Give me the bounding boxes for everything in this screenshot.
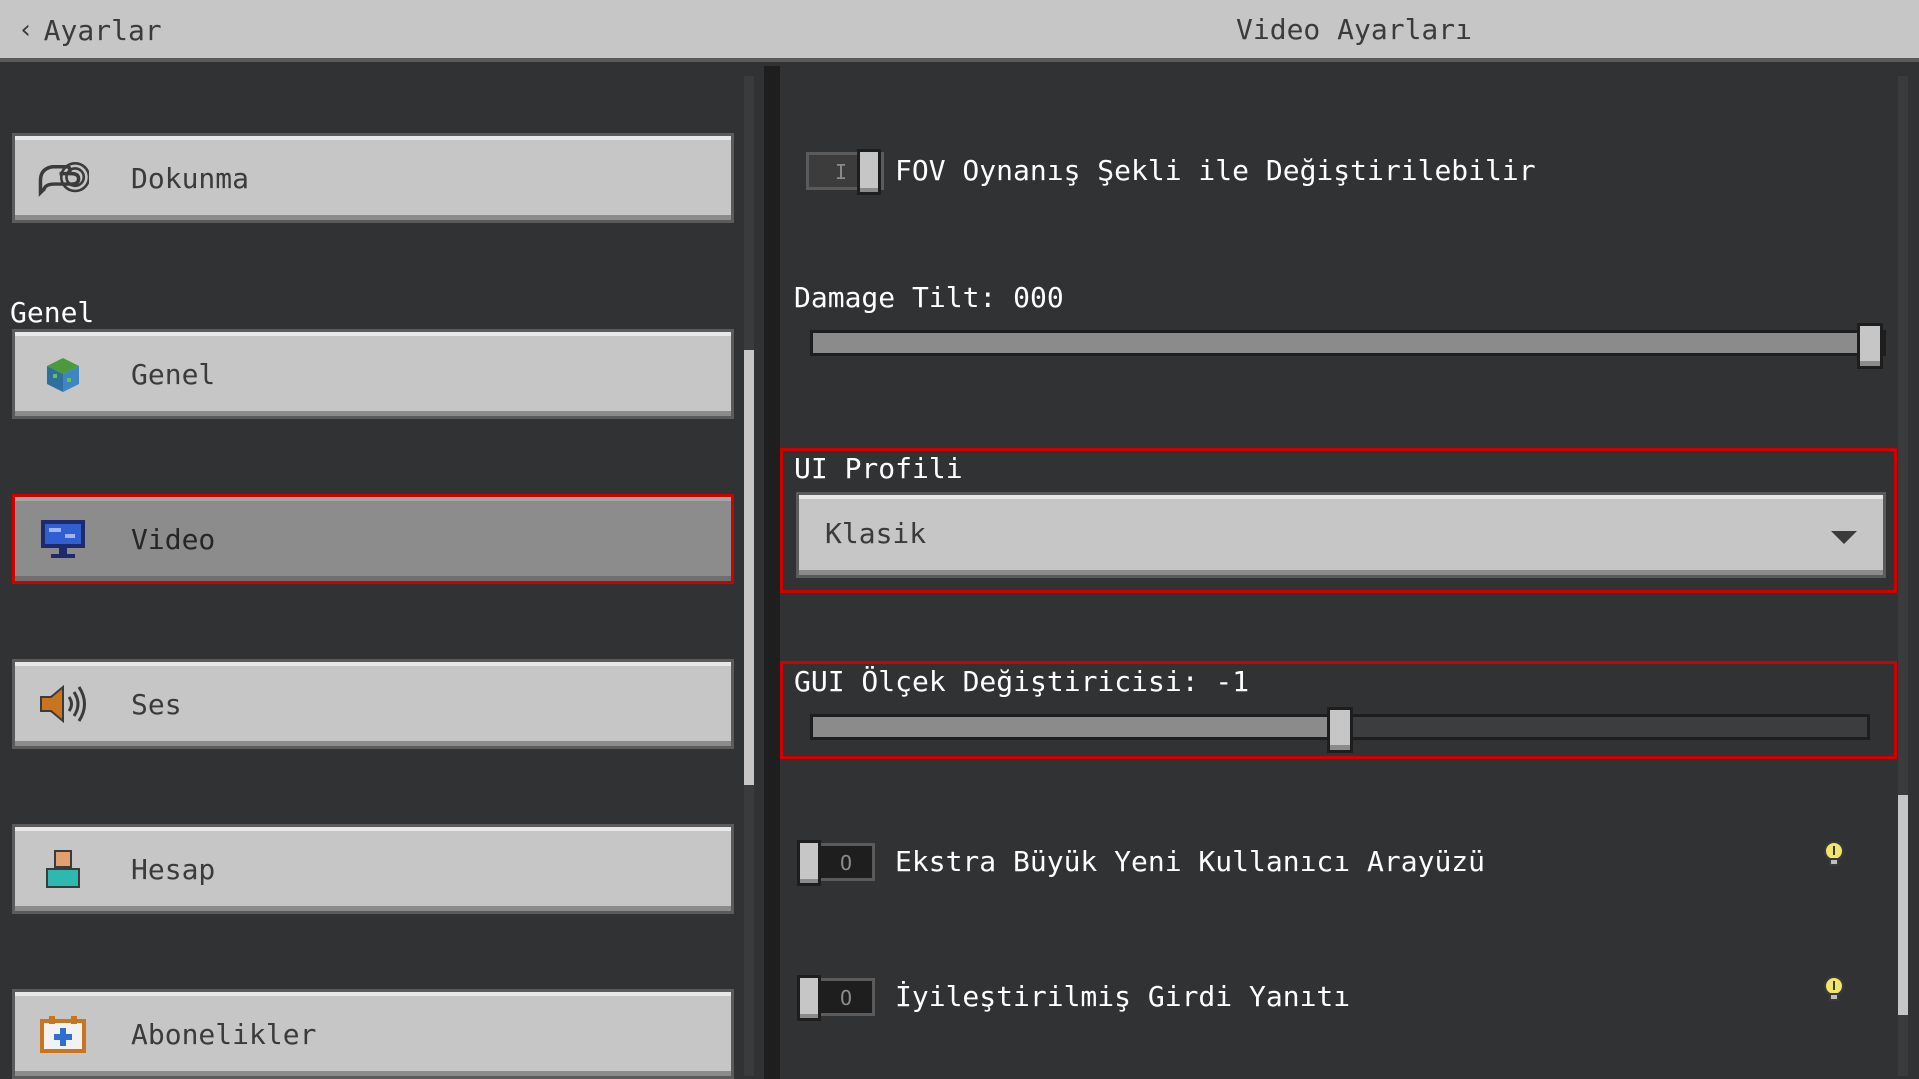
toggle-knob[interactable] [797, 975, 821, 1021]
toggle-on-mark: I [835, 160, 848, 184]
lightbulb-hint-icon[interactable] [1822, 840, 1846, 868]
chevron-left-icon: ‹ [18, 15, 34, 45]
slider-fill [813, 333, 1870, 353]
sidebar-item-general[interactable]: Genel [12, 329, 734, 419]
settings-scrollbar-thumb[interactable] [1898, 795, 1908, 1015]
lightbulb-hint-icon[interactable] [1822, 975, 1846, 1003]
improved-input-label: İyileştirilmiş Girdi Yanıtı [895, 980, 1351, 1013]
damage-tilt-slider[interactable] [810, 323, 1886, 369]
account-icon [37, 843, 89, 895]
ui-profile-selected: Klasik [825, 517, 927, 550]
sidebar-item-video[interactable]: Video [12, 494, 734, 584]
sidebar-item-label: Video [131, 522, 216, 556]
sidebar-item-label: Genel [131, 357, 216, 391]
gui-scale-slider[interactable] [810, 707, 1870, 753]
page-title: Video Ayarları [1236, 13, 1473, 46]
monitor-icon [37, 513, 89, 565]
touch-hand-icon [37, 152, 89, 204]
improved-input-toggle[interactable]: O [797, 975, 875, 1021]
sidebar-item-subscriptions[interactable]: Abonelikler [12, 989, 734, 1079]
toggle-off-mark: O [840, 851, 853, 875]
extra-large-ui-label: Ekstra Büyük Yeni Kullanıcı Arayüzü [895, 845, 1486, 878]
sidebar-item-account[interactable]: Hesap [12, 824, 734, 914]
top-bar: ‹ Ayarlar Video Ayarları [0, 0, 1919, 62]
fov-toggle[interactable]: I [806, 149, 884, 195]
section-title-general: Genel [10, 296, 95, 329]
slider-knob[interactable] [1857, 323, 1883, 369]
toggle-knob[interactable] [797, 840, 821, 886]
subscriptions-icon [37, 1008, 89, 1060]
speaker-icon [37, 678, 89, 730]
sidebar-item-label: Ses [131, 687, 182, 721]
fov-toggle-label: FOV Oynanış Şekli ile Değiştirilebilir [895, 154, 1536, 187]
cube-icon [37, 348, 89, 400]
sidebar-item-touch[interactable]: Dokunma [12, 133, 734, 223]
ui-profile-label: UI Profili [794, 452, 963, 485]
slider-fill [813, 717, 1340, 737]
toggle-knob[interactable] [857, 149, 881, 195]
panel-divider [764, 66, 776, 1079]
gui-scale-label: GUI Ölçek Değiştiricisi: -1 [794, 665, 1250, 698]
sidebar-scrollbar-thumb[interactable] [744, 350, 754, 785]
back-label: Ayarlar [43, 13, 162, 47]
sidebar-item-sound[interactable]: Ses [12, 659, 734, 749]
slider-knob[interactable] [1327, 707, 1353, 753]
ui-profile-dropdown[interactable]: Klasik [796, 492, 1886, 578]
extra-large-ui-toggle[interactable]: O [797, 840, 875, 886]
damage-tilt-label: Damage Tilt: 000 [794, 281, 1064, 314]
sidebar-item-label: Abonelikler [131, 1017, 317, 1051]
toggle-off-mark: O [840, 986, 853, 1010]
sidebar-item-label: Dokunma [131, 161, 250, 195]
sidebar-item-label: Hesap [131, 852, 216, 886]
chevron-down-icon [1831, 531, 1857, 544]
back-button[interactable]: ‹ Ayarlar [18, 12, 162, 48]
